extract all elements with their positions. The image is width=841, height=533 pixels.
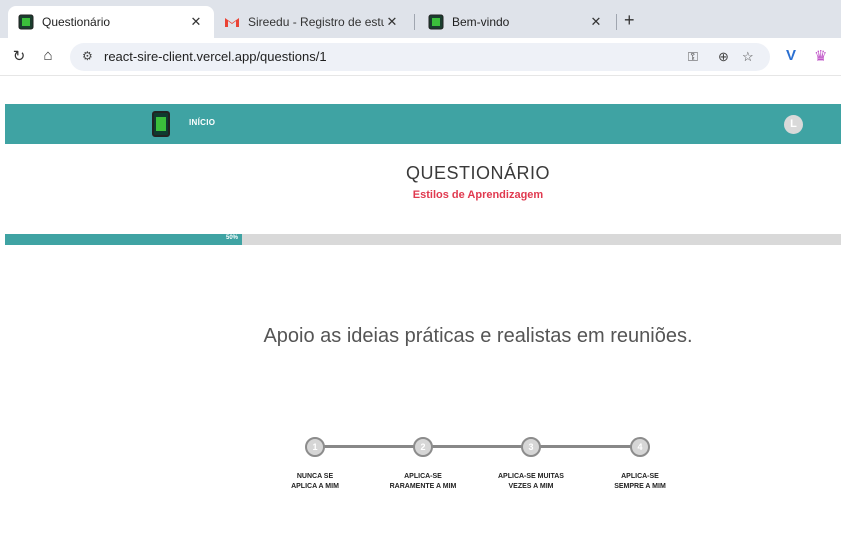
answer-option-2-label: APLICA-SE RARAMENTE A MIM [389,473,457,490]
close-tab-icon[interactable]: ✕ [588,14,604,30]
progress-bar: 50% [5,234,841,245]
progress-label: 50% [225,235,238,241]
address-bar[interactable]: ⚙ react-sire-client.vercel.app/questions… [70,43,770,71]
sire-favicon-icon [428,14,444,30]
tab-title: Questionário [42,15,111,29]
tab-sireedu[interactable]: Sireedu - Registro de estudante ✕ [214,6,410,38]
tab-title: Bem-vindo [452,15,510,29]
close-tab-icon[interactable]: ✕ [384,14,400,30]
tab-questionario[interactable]: Questionário ✕ [8,6,214,38]
tab-separator [616,14,617,30]
page-subtitle: Estilos de Aprendizagem [412,189,544,201]
answer-option-3[interactable]: 3 [521,437,541,457]
progress-bar-fill: 50% [5,234,242,245]
answer-option-3-label: APLICA-SE MUITAS VEZES A MIM [498,473,564,490]
answer-option-2[interactable]: 2 [413,437,433,457]
browser-tab-strip: Questionário ✕ Sireedu - Registro de est… [0,0,841,38]
page-title: QUESTIONÁRIO [405,163,550,183]
new-tab-plus-icon[interactable]: + [624,10,635,31]
nav-inicio-link[interactable]: INÍCIO [189,118,215,127]
close-tab-icon[interactable]: ✕ [188,14,204,30]
answer-option-4[interactable]: 4 [630,437,650,457]
zoom-icon[interactable]: ⊕ [718,49,729,65]
sireedu-logo[interactable] [152,111,170,137]
extension-crown-icon[interactable]: ♛ [814,47,827,65]
url-text: react-sire-client.vercel.app/questions/1 [104,49,327,64]
password-key-icon[interactable]: ⚿ [688,49,698,65]
sire-favicon-icon [18,14,34,30]
site-settings-icon[interactable]: ⚙ [82,49,93,63]
tab-separator [414,14,415,30]
answer-option-1[interactable]: 1 [305,437,325,457]
user-avatar[interactable]: L [784,115,803,134]
home-icon[interactable]: ⌂ [38,47,58,64]
app-header: INÍCIO L [5,104,841,144]
answer-option-4-label: APLICA-SE SEMPRE A MIM [614,473,666,490]
extension-v-icon[interactable]: V [786,47,796,64]
browser-toolbar: ↻ ⌂ ⚙ react-sire-client.vercel.app/quest… [0,38,841,76]
scale-connector-line [315,445,640,448]
answer-option-1-label: NUNCA SE APLICA A MIM [291,473,339,490]
bookmark-star-icon[interactable]: ☆ [742,49,754,65]
reload-icon[interactable]: ↻ [9,47,29,65]
tab-title: Sireedu - Registro de estudante [248,15,384,29]
question-text: Apoio as ideias práticas e realistas em … [263,325,693,347]
tab-bem-vindo[interactable]: Bem-vindo ✕ [418,6,614,38]
gmail-icon [225,18,239,27]
